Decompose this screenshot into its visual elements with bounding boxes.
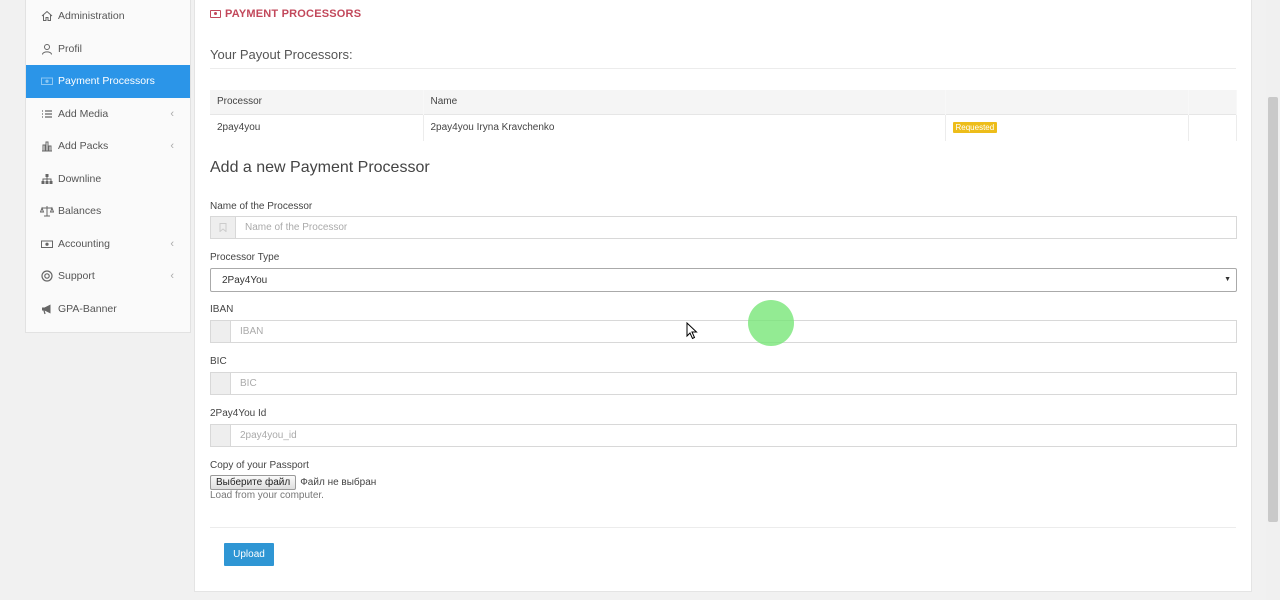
sidebar-item-support[interactable]: Support ‹ xyxy=(26,260,190,293)
scrollbar-thumb[interactable] xyxy=(1268,97,1278,522)
input-addon xyxy=(211,321,231,342)
upload-button[interactable]: Upload xyxy=(224,543,274,566)
divider xyxy=(210,68,1236,69)
table-row: 2pay4you 2pay4you Iryna Kravchenko Reque… xyxy=(210,113,1237,141)
passport-label: Copy of your Passport xyxy=(210,460,309,471)
money-icon xyxy=(210,10,221,18)
processor-name-input[interactable] xyxy=(236,217,1236,238)
sitemap-icon xyxy=(39,173,55,185)
file-status: Файл не выбран xyxy=(300,477,377,488)
chevron-left-icon: ‹ xyxy=(170,107,174,120)
sidebar: Administration Profil Payment Processors… xyxy=(25,0,191,333)
sidebar-item-label: Profil xyxy=(58,42,82,55)
sidebar-item-label: Add Packs xyxy=(58,140,109,153)
click-highlight xyxy=(748,300,794,346)
bar-chart-icon xyxy=(39,140,55,152)
column-header-status xyxy=(945,90,1189,114)
home-icon xyxy=(39,10,55,22)
choose-file-button[interactable]: Выберите файл xyxy=(210,475,297,490)
sidebar-item-label: Administration xyxy=(58,10,125,23)
mouse-cursor-icon xyxy=(686,322,698,340)
sidebar-item-add-packs[interactable]: Add Packs ‹ xyxy=(26,130,190,163)
section-title-text: PAYMENT PROCESSORS xyxy=(225,8,362,20)
scale-icon xyxy=(39,205,55,217)
sidebar-item-label: Balances xyxy=(58,205,102,218)
sidebar-item-label: Payment Processors xyxy=(58,75,155,88)
iban-label: IBAN xyxy=(210,304,234,315)
column-header-processor: Processor xyxy=(210,90,424,114)
iban-input[interactable] xyxy=(231,321,1236,342)
column-header-name: Name xyxy=(423,90,946,114)
sidebar-item-balances[interactable]: Balances xyxy=(26,195,190,228)
iban-group xyxy=(210,320,1237,343)
cell-actions xyxy=(1188,113,1237,141)
column-header-actions xyxy=(1188,90,1237,114)
processors-table: Processor Name 2pay4you 2pay4you Iryna K… xyxy=(210,90,1237,141)
page-scrollbar[interactable] xyxy=(1266,0,1280,600)
sidebar-item-administration[interactable]: Administration xyxy=(26,0,190,33)
bic-label: BIC xyxy=(210,356,227,367)
chevron-left-icon: ‹ xyxy=(170,270,174,283)
main-panel: PAYMENT PROCESSORS Your Payout Processor… xyxy=(194,0,1252,592)
cell-processor: 2pay4you xyxy=(210,113,424,141)
input-addon xyxy=(211,425,231,446)
chevron-left-icon: ‹ xyxy=(170,237,174,250)
processor-type-label: Processor Type xyxy=(210,252,280,263)
user-icon xyxy=(39,43,55,55)
cell-name: 2pay4you Iryna Kravchenko xyxy=(423,113,946,141)
processor-name-label: Name of the Processor xyxy=(210,201,313,212)
sidebar-item-accounting[interactable]: Accounting ‹ xyxy=(26,228,190,261)
processor-type-value: 2Pay4You xyxy=(222,274,268,286)
sidebar-item-label: Downline xyxy=(58,172,102,185)
chevron-left-icon: ‹ xyxy=(170,140,174,153)
section-title: PAYMENT PROCESSORS xyxy=(210,8,361,20)
passport-help-text: Load from your computer. xyxy=(210,490,324,501)
sidebar-item-profil[interactable]: Profil xyxy=(26,33,190,66)
sidebar-item-add-media[interactable]: Add Media ‹ xyxy=(26,98,190,131)
status-badge: Requested xyxy=(952,122,998,134)
input-addon xyxy=(211,373,231,394)
bookmark-icon xyxy=(211,217,236,238)
sidebar-item-label: GPA-Banner xyxy=(58,302,117,315)
pay-id-input[interactable] xyxy=(231,425,1236,446)
processor-name-group xyxy=(210,216,1237,239)
pay-id-group xyxy=(210,424,1237,447)
table-header-row: Processor Name xyxy=(210,90,1237,114)
form-title: Add a new Payment Processor xyxy=(210,159,430,176)
sidebar-item-label: Add Media xyxy=(58,107,109,120)
lifebuoy-icon xyxy=(39,270,55,282)
passport-file-input: Выберите файл Файл не выбран xyxy=(210,475,376,490)
divider xyxy=(210,527,1236,528)
money-icon xyxy=(39,75,55,87)
megaphone-icon xyxy=(39,303,55,315)
sidebar-item-label: Support xyxy=(58,270,95,283)
sidebar-item-downline[interactable]: Downline xyxy=(26,163,190,196)
pay-id-label: 2Pay4You Id xyxy=(210,408,267,419)
sidebar-item-gpa-banner[interactable]: GPA-Banner xyxy=(26,293,190,326)
caret-down-icon: ▼ xyxy=(1224,276,1231,283)
bic-input[interactable] xyxy=(231,373,1236,394)
processor-type-select[interactable]: 2Pay4You ▼ xyxy=(210,268,1237,292)
list-icon xyxy=(39,108,55,120)
sidebar-item-payment-processors[interactable]: Payment Processors xyxy=(26,65,190,98)
sidebar-item-label: Accounting xyxy=(58,237,110,250)
money-icon xyxy=(39,238,55,250)
cell-status: Requested xyxy=(945,113,1189,141)
bic-group xyxy=(210,372,1237,395)
payout-heading: Your Payout Processors: xyxy=(210,47,353,62)
